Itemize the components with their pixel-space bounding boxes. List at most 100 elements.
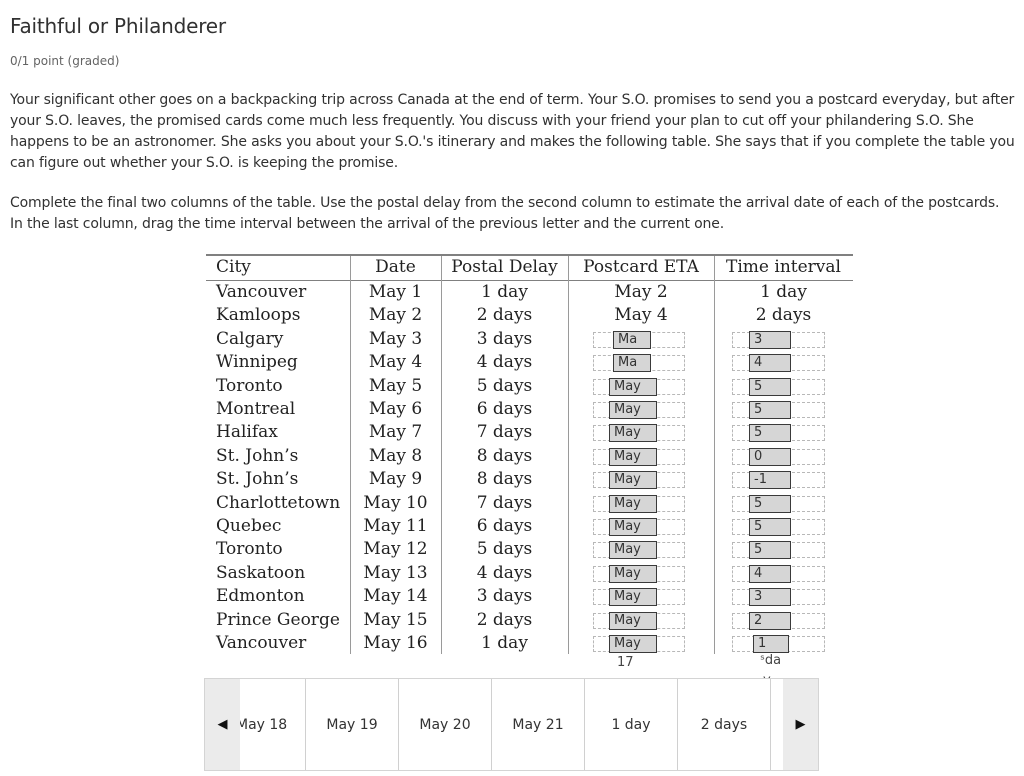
header-date: Date bbox=[375, 257, 416, 277]
eta-overflow-text: 17 bbox=[617, 655, 634, 670]
city-cell: St. John’s bbox=[216, 445, 299, 466]
interval-draggable-chip[interactable]: 5 bbox=[749, 541, 791, 560]
city-cell: Edmonton bbox=[216, 586, 305, 607]
postal-delay-cell: 8 days bbox=[476, 469, 533, 490]
postal-delay-cell: 4 days bbox=[476, 352, 533, 373]
draggable-option[interactable]: 1 day bbox=[585, 679, 678, 770]
postal-delay-cell: 7 days bbox=[476, 422, 533, 443]
eta-draggable-chip[interactable]: May bbox=[609, 541, 657, 560]
postal-delay-cell: 5 days bbox=[476, 539, 533, 560]
draggable-option-label: May 18 bbox=[240, 716, 288, 733]
draggable-option-label: May 21 bbox=[512, 716, 564, 733]
postal-delay-cell: 8 days bbox=[476, 445, 533, 466]
draggable-option-label: May 20 bbox=[419, 716, 471, 733]
problem-description: Your significant other goes on a backpac… bbox=[10, 92, 1015, 171]
interval-draggable-chip[interactable]: 1 bbox=[753, 635, 789, 653]
time-interval-cell: 1 day bbox=[760, 282, 807, 302]
city-cell: Halifax bbox=[216, 422, 278, 443]
interval-draggable-chip[interactable]: 4 bbox=[749, 564, 791, 583]
draggable-option-label: 2 days bbox=[700, 716, 748, 733]
date-cell: May 5 bbox=[368, 375, 423, 396]
interval-draggable-chip[interactable]: 5 bbox=[749, 401, 791, 419]
draggable-options-tray: ◀ ▶ May 18 May 19 May 20 May 21 1 day 2 days bbox=[204, 678, 819, 771]
interval-overflow-text: ˢda bbox=[760, 653, 782, 668]
problem-instructions: Complete the final two columns of the ta… bbox=[10, 195, 1000, 232]
date-cell: May 2 bbox=[368, 305, 423, 326]
eta-draggable-chip[interactable]: May bbox=[609, 564, 657, 583]
date-cell: May 11 bbox=[363, 516, 428, 536]
city-cell: Charlottetown bbox=[216, 492, 341, 513]
interval-draggable-chip[interactable]: 5 bbox=[749, 494, 791, 513]
problem-title: Faithful or Philanderer bbox=[10, 14, 226, 38]
draggable-option[interactable]: May 18 bbox=[240, 679, 306, 770]
date-cell: May 4 bbox=[368, 352, 423, 373]
city-cell: Toronto bbox=[216, 375, 283, 396]
city-cell: Quebec bbox=[216, 516, 282, 536]
time-interval-cell: 2 days bbox=[755, 305, 812, 326]
city-cell: Vancouver bbox=[216, 282, 307, 302]
postcard-eta-cell: May 2 bbox=[614, 282, 668, 302]
scroll-left-button[interactable]: ◀ bbox=[205, 679, 240, 770]
header-city: City bbox=[216, 257, 251, 277]
interval-draggable-chip[interactable]: 3 bbox=[749, 330, 791, 349]
postal-delay-cell: 6 days bbox=[476, 516, 533, 536]
eta-draggable-chip[interactable]: Ma bbox=[613, 354, 651, 373]
city-cell: Calgary bbox=[216, 328, 284, 349]
interval-draggable-chip[interactable]: -1 bbox=[749, 471, 791, 490]
interval-draggable-chip[interactable]: 5 bbox=[749, 377, 791, 396]
date-cell: May 8 bbox=[368, 445, 423, 466]
city-cell: Kamloops bbox=[216, 305, 301, 326]
eta-draggable-chip[interactable]: May bbox=[609, 377, 657, 396]
eta-draggable-chip[interactable]: May bbox=[609, 494, 657, 513]
scroll-right-button[interactable]: ▶ bbox=[783, 679, 818, 770]
postal-delay-cell: 6 days bbox=[476, 399, 533, 419]
interval-draggable-chip[interactable]: 0 bbox=[749, 447, 791, 466]
eta-draggable-chip[interactable]: May bbox=[609, 635, 657, 653]
eta-draggable-chip[interactable]: May bbox=[609, 518, 657, 536]
interval-draggable-chip[interactable]: 3 bbox=[749, 588, 791, 607]
triangle-right-icon: ▶ bbox=[795, 717, 806, 732]
date-cell: May 6 bbox=[368, 399, 423, 419]
date-cell: May 7 bbox=[368, 422, 423, 443]
draggable-option[interactable]: May 19 bbox=[306, 679, 399, 770]
postcard-eta-cell: May 4 bbox=[614, 305, 668, 326]
interval-draggable-chip[interactable]: 5 bbox=[749, 424, 791, 443]
eta-draggable-chip[interactable]: May bbox=[609, 471, 657, 490]
eta-draggable-chip[interactable]: May bbox=[609, 611, 657, 630]
postal-delay-cell: 7 days bbox=[476, 492, 533, 513]
interval-draggable-chip[interactable]: 4 bbox=[749, 354, 791, 373]
draggable-option[interactable]: May 21 bbox=[492, 679, 585, 770]
postal-delay-cell: 2 days bbox=[476, 609, 533, 630]
postal-delay-cell: 3 days bbox=[476, 328, 533, 349]
city-cell: St. John’s bbox=[216, 469, 299, 490]
eta-draggable-chip[interactable]: Ma bbox=[613, 330, 651, 349]
date-cell: May 15 bbox=[363, 609, 428, 630]
problem-points: 0/1 point (graded) bbox=[10, 54, 120, 68]
eta-draggable-chip[interactable]: May bbox=[609, 447, 657, 466]
interval-draggable-chip[interactable]: 2 bbox=[749, 611, 791, 630]
eta-draggable-chip[interactable]: May bbox=[609, 401, 657, 419]
postal-delay-cell: 1 day bbox=[481, 633, 528, 653]
header-time-interval: Time interval bbox=[726, 257, 841, 277]
postal-delay-cell: 4 days bbox=[476, 562, 533, 583]
triangle-left-icon: ◀ bbox=[217, 717, 228, 732]
city-cell: Montreal bbox=[216, 399, 296, 419]
city-cell: Winnipeg bbox=[216, 352, 298, 373]
eta-draggable-chip[interactable]: May bbox=[609, 588, 657, 607]
date-cell: May 9 bbox=[368, 469, 423, 490]
interval-draggable-chip[interactable]: 5 bbox=[749, 518, 791, 536]
draggable-option[interactable]: 2 days bbox=[678, 679, 771, 770]
eta-draggable-chip[interactable]: May bbox=[609, 424, 657, 443]
city-cell: Saskatoon bbox=[216, 562, 306, 583]
draggable-option-label: May 19 bbox=[326, 716, 378, 733]
date-cell: May 3 bbox=[368, 328, 423, 349]
header-postal-delay: Postal Delay bbox=[451, 257, 558, 277]
date-cell: May 10 bbox=[363, 492, 428, 513]
date-cell: May 13 bbox=[363, 562, 428, 583]
draggable-option-label: 1 day bbox=[611, 716, 651, 733]
city-cell: Vancouver bbox=[216, 633, 307, 653]
postal-delay-cell: 5 days bbox=[476, 375, 533, 396]
draggable-option[interactable]: May 20 bbox=[399, 679, 492, 770]
postal-delay-cell: 2 days bbox=[476, 305, 533, 326]
postal-delay-cell: 3 days bbox=[476, 586, 533, 607]
